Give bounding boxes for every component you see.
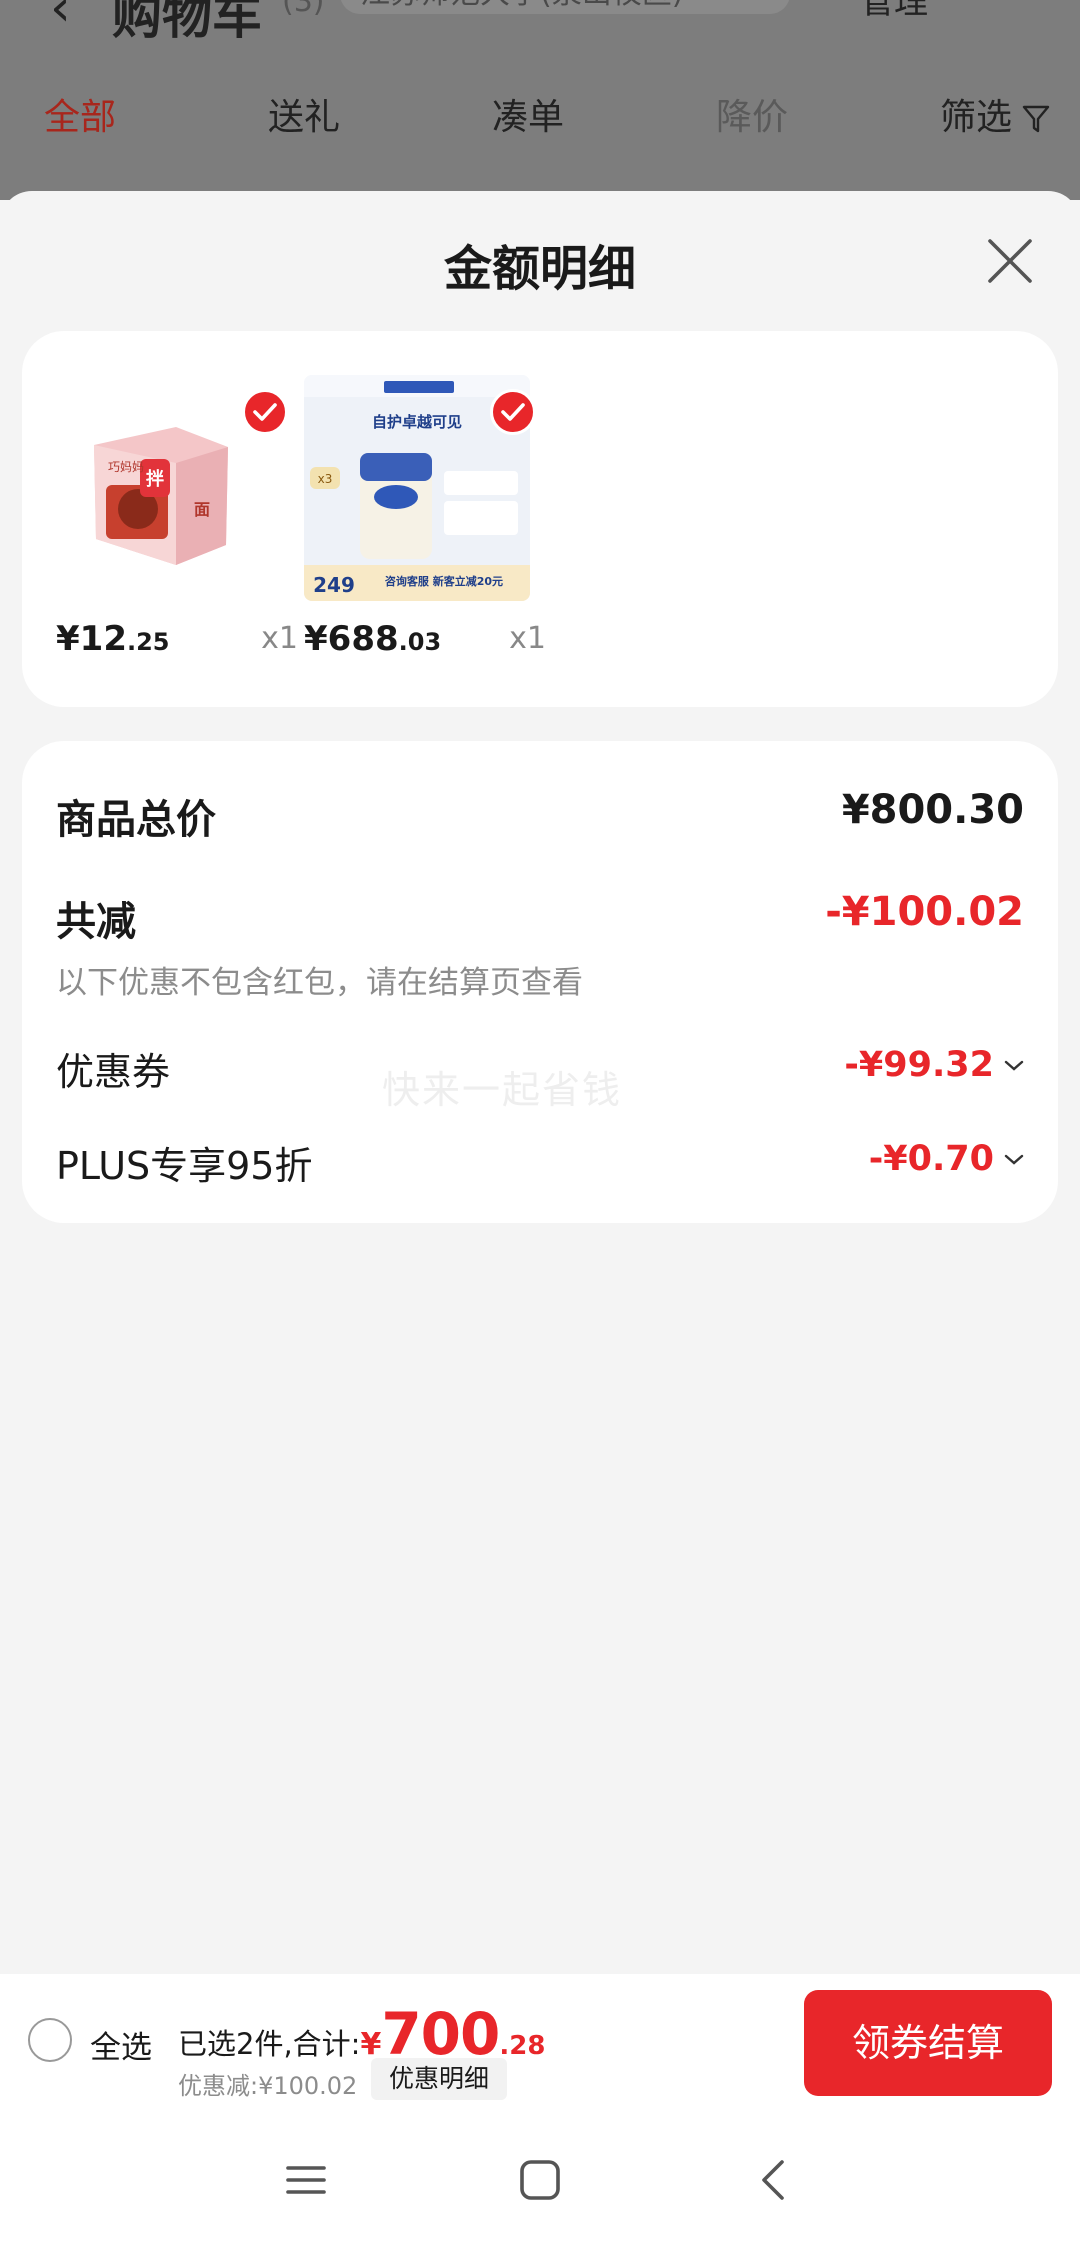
select-all-label[interactable]: 全选 bbox=[90, 2022, 152, 2067]
system-navigation-bar bbox=[0, 2112, 1080, 2242]
menu-icon bbox=[286, 2166, 326, 2194]
coupon-row[interactable]: -¥99.32 bbox=[844, 1045, 1024, 1085]
checkout-bar: 全选 已选2件,合计:¥700.28 优惠减:¥100.02 优惠明细 领券结算 bbox=[0, 1974, 1080, 2112]
tab-price-drop[interactable]: 降价 bbox=[716, 88, 788, 140]
product-price: ¥12.25 bbox=[56, 619, 170, 659]
back-button[interactable] bbox=[744, 2150, 804, 2210]
chevron-down-icon bbox=[1004, 1154, 1024, 1165]
total-price-value: ¥800.30 bbox=[841, 787, 1024, 833]
reduction-note: 以下优惠不包含红包，请在结算页查看 bbox=[56, 965, 583, 1001]
discount-summary: 优惠减:¥100.02 bbox=[178, 2072, 358, 2100]
product-image-promo: 咨询客服 新客立减20元 bbox=[385, 574, 503, 588]
selected-check-icon[interactable] bbox=[242, 389, 288, 435]
close-button[interactable] bbox=[980, 231, 1040, 291]
price-summary-card: 商品总价 ¥800.30 共减 -¥100.02 以下优惠不包含红包，请在结算页… bbox=[22, 741, 1058, 1223]
amount-detail-sheet: 金额明细 拌 面 巧妈妈 ¥12.25 x1 自护卓越可见 x3 249 咨询客… bbox=[0, 191, 1080, 1974]
price-integer: ¥12 bbox=[56, 619, 127, 659]
watermark-text: 快来一起省钱 bbox=[382, 1068, 623, 1112]
svg-text:面: 面 bbox=[194, 500, 210, 519]
product-quantity: x1 bbox=[509, 621, 546, 656]
back-chevron-icon bbox=[762, 2160, 784, 2200]
total-price-label: 商品总价 bbox=[56, 797, 216, 843]
tab-gift[interactable]: 送礼 bbox=[268, 88, 340, 140]
plus-discount-value: -¥0.70 bbox=[868, 1139, 994, 1179]
svg-text:巧妈妈: 巧妈妈 bbox=[108, 460, 144, 474]
discount-detail-button[interactable]: 优惠明细 bbox=[371, 2058, 508, 2100]
selected-check-icon[interactable] bbox=[490, 389, 536, 435]
home-square-icon bbox=[520, 2160, 560, 2200]
coupon-value: -¥99.32 bbox=[844, 1045, 994, 1085]
tab-bundle[interactable]: 凑单 bbox=[492, 88, 564, 140]
products-card: 拌 面 巧妈妈 ¥12.25 x1 自护卓越可见 x3 249 咨询客服 新客立… bbox=[22, 331, 1058, 707]
sheet-title: 金额明细 bbox=[443, 241, 636, 297]
select-all-checkbox[interactable] bbox=[28, 2018, 72, 2062]
cart-header: ‹ 购物车 (3) 江苏师范大学(泉山校区) 管理 bbox=[0, 0, 1080, 45]
cart-page-background: ‹ 购物车 (3) 江苏师范大学(泉山校区) 管理 全部 送礼 凑单 降价 筛选 bbox=[0, 0, 1080, 200]
address-text: 江苏师范大学(泉山校区) bbox=[360, 0, 683, 11]
home-button[interactable] bbox=[510, 2150, 570, 2210]
total-currency: ¥ bbox=[360, 2027, 382, 2062]
product-quantity: x1 bbox=[261, 621, 298, 656]
coupon-label: 优惠券 bbox=[56, 1050, 171, 1094]
cart-title: 购物车 bbox=[112, 0, 262, 45]
tab-filter-label: 筛选 bbox=[940, 97, 1013, 138]
product-image-price: 249 bbox=[313, 573, 355, 597]
checkout-button[interactable]: 领券结算 bbox=[804, 1990, 1052, 2096]
selected-count-text: 已选2件,合计: bbox=[178, 2027, 361, 2061]
plus-discount-label: PLUS专享95折 bbox=[56, 1144, 313, 1188]
chevron-down-icon bbox=[1004, 1060, 1024, 1071]
back-arrow-icon[interactable]: ‹ bbox=[50, 0, 71, 38]
manage-button[interactable]: 管理 bbox=[860, 0, 928, 23]
product-price: ¥688.03 bbox=[304, 619, 441, 659]
cart-tabs: 全部 送礼 凑单 降价 筛选 bbox=[0, 88, 1080, 148]
total-reduction-label: 共减 bbox=[56, 899, 136, 945]
svg-text:拌: 拌 bbox=[146, 468, 164, 490]
cart-count: (3) bbox=[282, 0, 325, 19]
product-image-badge: x3 bbox=[318, 472, 333, 486]
total-decimal: .28 bbox=[499, 2031, 546, 2061]
product-image-headline: 自护卓越可见 bbox=[372, 413, 462, 431]
price-integer: ¥688 bbox=[304, 619, 399, 659]
tab-all[interactable]: 全部 bbox=[44, 88, 116, 140]
total-reduction-value: -¥100.02 bbox=[825, 889, 1024, 935]
filter-icon bbox=[1022, 105, 1050, 133]
tab-filter[interactable]: 筛选 bbox=[940, 88, 1050, 140]
close-icon bbox=[988, 239, 1032, 283]
address-selector[interactable]: 江苏师范大学(泉山校区) bbox=[340, 0, 790, 14]
plus-discount-row[interactable]: -¥0.70 bbox=[869, 1139, 1024, 1179]
price-decimal: .03 bbox=[398, 628, 442, 656]
menu-button[interactable] bbox=[276, 2150, 336, 2210]
price-decimal: .25 bbox=[126, 628, 170, 656]
